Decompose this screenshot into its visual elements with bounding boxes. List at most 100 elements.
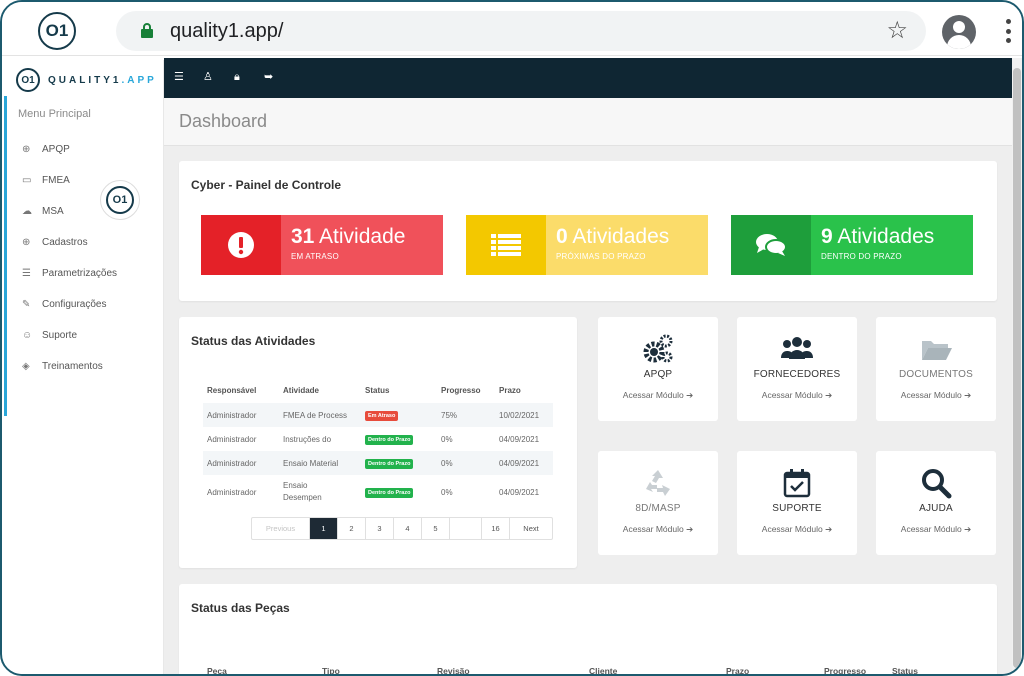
- parts-status-title: Status das Peças: [191, 601, 290, 615]
- site-logo[interactable]: O1: [38, 12, 76, 50]
- cloud-icon: ☁: [22, 206, 32, 217]
- module-tile-ajuda[interactable]: AJUDA Acessar Módulo ➔: [876, 451, 996, 555]
- main-content: Dashboard Cyber - Painel de Controle 31 …: [164, 98, 1012, 674]
- status-badge: Dentro do Prazo: [365, 487, 414, 498]
- module-title: AJUDA: [919, 503, 953, 514]
- user-icon[interactable]: ♙: [203, 70, 213, 84]
- cell-prazo: 10/02/2021: [495, 403, 553, 427]
- cell-progresso: 0%: [441, 487, 453, 497]
- table-row[interactable]: Administrador Ensaio Material Dentro do …: [203, 451, 553, 475]
- cell-status: Dentro do Prazo: [361, 475, 437, 509]
- cell-status: Em Atraso: [361, 403, 437, 427]
- col-peca[interactable]: Peça: [179, 664, 322, 674]
- parts-table: Peça Tipo Revisão Cliente Prazo Progress…: [179, 664, 918, 674]
- table-row[interactable]: Administrador FMEA de Process Em Atraso …: [203, 403, 553, 427]
- module-link[interactable]: Acessar Módulo ➔: [737, 390, 857, 401]
- sidebar-item-treinamentos[interactable]: ◈ Treinamentos: [22, 351, 117, 382]
- table-row[interactable]: Administrador Instruções do Dentro do Pr…: [203, 427, 553, 451]
- module-link[interactable]: Acessar Módulo ➔: [876, 390, 996, 401]
- sidebar-menu: ⊕ APQP ▭ FMEA ☁ MSA ⊕ Cadastros ☰ Parametriza…: [22, 134, 117, 382]
- cell-atividade: Ensaio Desempen: [283, 481, 322, 502]
- pagination-page-1[interactable]: 1: [310, 518, 338, 539]
- module-title: APQP: [643, 369, 673, 380]
- brand[interactable]: O1 QUALITY1.APP: [16, 68, 157, 92]
- pagination-next[interactable]: Next: [510, 518, 552, 539]
- pagination-page-16[interactable]: 16: [482, 518, 510, 539]
- col-progresso[interactable]: Progresso: [437, 377, 495, 403]
- status-badge: Dentro do Prazo: [365, 434, 414, 445]
- module-tile-8d-masp[interactable]: 8D/MASP Acessar Módulo ➔: [598, 451, 718, 555]
- bookmark-star-icon[interactable]: ☆: [886, 17, 908, 45]
- sidebar-item-label: Treinamentos: [42, 361, 103, 372]
- page-scrollbar[interactable]: [1012, 58, 1022, 674]
- module-tile-fornecedores[interactable]: FORNECEDORES Acessar Módulo ➔: [737, 317, 857, 421]
- col-atividade[interactable]: Atividade: [279, 377, 361, 403]
- activities-table: Responsável Atividade Status Progresso P…: [203, 377, 553, 509]
- stat-overdue[interactable]: 31 Atividade EM ATRASO: [201, 215, 443, 275]
- col-responsavel[interactable]: Responsável: [203, 377, 279, 403]
- cell-progresso: 75%: [437, 403, 495, 427]
- profile-avatar-icon[interactable]: [942, 15, 976, 49]
- url-text[interactable]: quality1.app/: [170, 20, 283, 43]
- stat-upcoming[interactable]: 0 Atividades PRÓXIMAS DO PRAZO: [466, 215, 708, 275]
- cell-responsavel: Administrador: [207, 487, 257, 497]
- activities-status-panel: Status das Atividades Responsável Ativid…: [179, 317, 577, 568]
- col-cliente[interactable]: Cliente: [589, 664, 726, 674]
- col-status[interactable]: Status: [892, 664, 918, 674]
- col-tipo[interactable]: Tipo: [322, 664, 437, 674]
- module-tile-documentos[interactable]: DOCUMENTOS Acessar Módulo ➔: [876, 317, 996, 421]
- sidebar-item-label: Suporte: [42, 330, 78, 341]
- table-row[interactable]: Administrador Ensaio Desempen Dentro do …: [203, 475, 553, 509]
- stat-overdue-value: 31 Atividade: [291, 225, 406, 248]
- brand-logo-icon: O1: [16, 68, 40, 92]
- module-link[interactable]: Acessar Módulo ➔: [876, 524, 996, 535]
- folder-open-icon: [922, 341, 952, 360]
- floating-logo-text: O1: [106, 186, 134, 214]
- scrollbar-thumb[interactable]: [1013, 68, 1021, 668]
- stat-overdue-caption: EM ATRASO: [291, 252, 339, 261]
- sidebar-item-parametrizacoes[interactable]: ☰ Parametrizações: [22, 258, 117, 289]
- lock-icon[interactable]: 🔒︎: [234, 70, 240, 84]
- module-tile-suporte[interactable]: SUPORTE Acessar Módulo ➔: [737, 451, 857, 555]
- module-tile-apqp[interactable]: APQP Acessar Módulo ➔: [598, 317, 718, 421]
- address-bar[interactable]: quality1.app/ ☆: [116, 11, 926, 51]
- stat-on-time-value: 9 Atividades: [821, 225, 935, 248]
- pagination-page-3[interactable]: 3: [366, 518, 394, 539]
- module-link[interactable]: Acessar Módulo ➔: [737, 524, 857, 535]
- floating-logo: O1: [100, 180, 140, 220]
- sidebar-item-label: Cadastros: [42, 237, 88, 248]
- col-progresso[interactable]: Progresso: [824, 664, 892, 674]
- page-header: Dashboard: [164, 98, 1012, 146]
- stat-on-time[interactable]: 9 Atividades DENTRO DO PRAZO: [731, 215, 973, 275]
- module-link[interactable]: Acessar Módulo ➔: [598, 390, 718, 401]
- col-prazo[interactable]: Prazo: [495, 377, 553, 403]
- pagination-previous[interactable]: Previous: [252, 518, 310, 539]
- sidebar-item-cadastros[interactable]: ⊕ Cadastros: [22, 227, 117, 258]
- plus-circle-icon: ⊕: [22, 237, 31, 248]
- pagination-page-5[interactable]: 5: [422, 518, 450, 539]
- sidebar: O1 QUALITY1.APP Menu Principal ⊕ APQP ▭ FM…: [4, 60, 164, 674]
- module-title: DOCUMENTOS: [898, 369, 974, 380]
- cell-prazo: 04/09/2021: [499, 487, 540, 497]
- pagination-page-4[interactable]: 4: [394, 518, 422, 539]
- wrench-icon: ✎: [22, 299, 31, 310]
- pagination-page-2[interactable]: 2: [338, 518, 366, 539]
- module-title: FORNECEDORES: [753, 369, 841, 380]
- app-frame: O1 quality1.app/ ☆ O1 QUALITY1.APP Menu …: [0, 0, 1024, 676]
- module-link[interactable]: Acessar Módulo ➔: [598, 524, 718, 535]
- cell-responsavel: Administrador: [203, 451, 279, 475]
- cell-status: Dentro do Prazo: [361, 451, 437, 475]
- col-revisao[interactable]: Revisão: [437, 664, 589, 674]
- hamburger-menu-icon[interactable]: ☰: [174, 70, 184, 84]
- stat-upcoming-caption: PRÓXIMAS DO PRAZO: [556, 252, 646, 261]
- col-prazo[interactable]: Prazo: [726, 664, 824, 674]
- sidebar-item-suporte[interactable]: ☺ Suporte: [22, 320, 117, 351]
- cell-progresso: 0%: [437, 451, 495, 475]
- cell-atividade: FMEA de Process: [279, 403, 361, 427]
- graduation-cap-icon: ◈: [22, 361, 30, 372]
- sidebar-item-apqp[interactable]: ⊕ APQP: [22, 134, 117, 165]
- sidebar-item-configuracoes[interactable]: ✎ Configurações: [22, 289, 117, 320]
- browser-menu-icon[interactable]: [1006, 19, 1012, 43]
- col-status[interactable]: Status: [361, 377, 437, 403]
- logout-icon[interactable]: ➥: [264, 70, 273, 84]
